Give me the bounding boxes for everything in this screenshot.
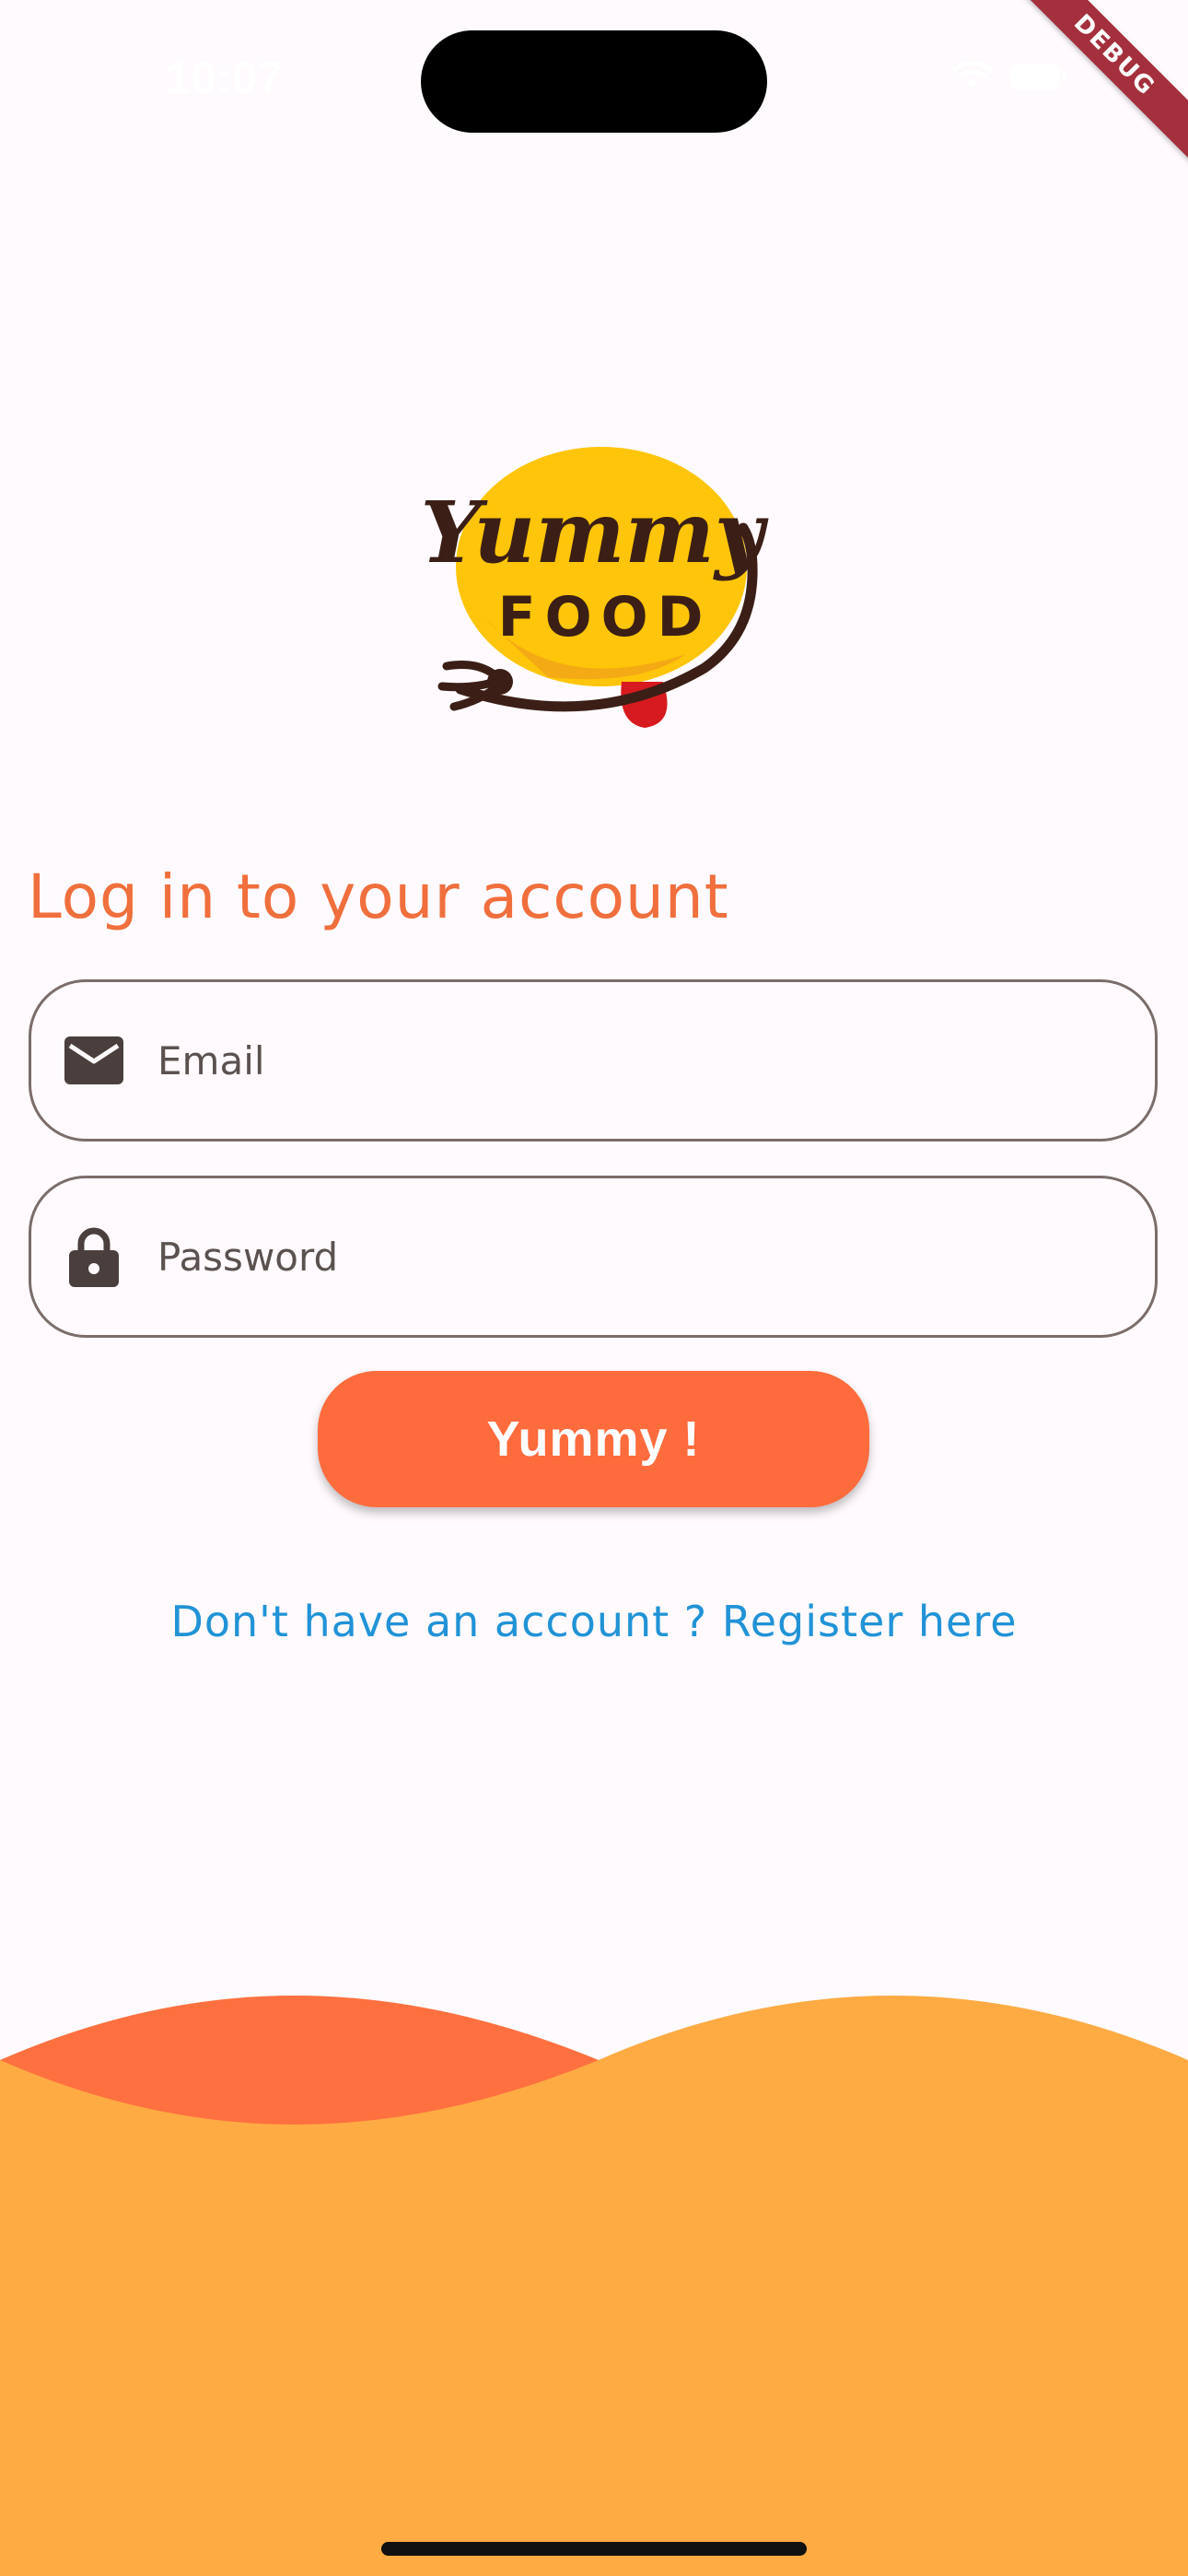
login-button[interactable]: Yummy ! [318, 1371, 869, 1507]
yummy-food-logo: Yummy FOOD [421, 447, 769, 728]
email-placeholder: Email [157, 1037, 265, 1083]
page-title: Log in to your account [28, 861, 729, 932]
status-time: 10:07 [166, 54, 284, 103]
password-placeholder: Password [157, 1234, 339, 1280]
logo-word-yummy: Yummy [421, 483, 769, 582]
login-button-label: Yummy ! [486, 1411, 701, 1467]
debug-label: DEBUG [1067, 8, 1161, 102]
battery-icon [1010, 64, 1066, 89]
mail-icon [64, 1030, 124, 1091]
register-link[interactable]: Don't have an account ? Register here [0, 1597, 1188, 1646]
password-field[interactable]: Password [29, 1176, 1158, 1338]
logo-word-food: FOOD [498, 585, 713, 650]
dynamic-island [421, 30, 767, 133]
decorative-waves [0, 1996, 1188, 2576]
email-field[interactable]: Email [29, 979, 1158, 1142]
home-indicator[interactable] [381, 2542, 807, 2556]
wifi-icon [952, 61, 993, 88]
lock-icon [64, 1226, 124, 1287]
login-screen: 10:07 DEBUG Yummy FOOD Log in to your ac… [0, 0, 1188, 2576]
status-icons [952, 61, 1068, 92]
